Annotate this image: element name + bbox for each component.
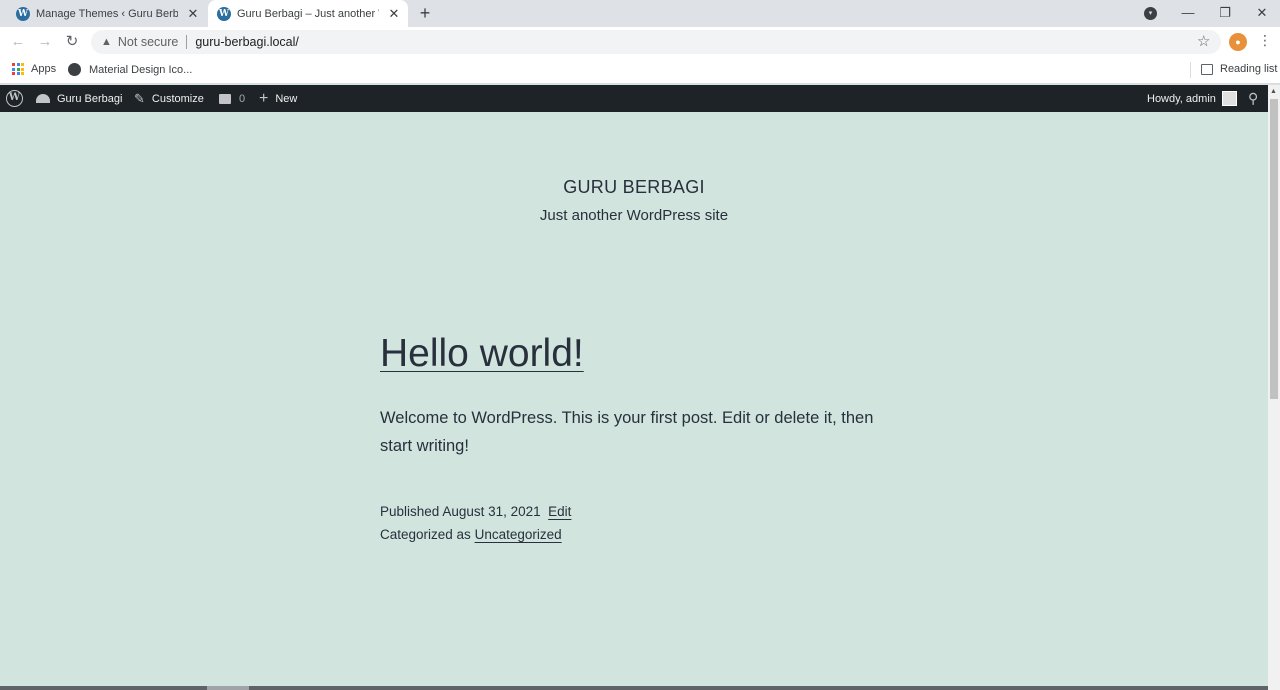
scroll-up-icon[interactable]: ▲ <box>1270 88 1277 95</box>
category-link[interactable]: Uncategorized <box>475 527 562 542</box>
new-tab-button[interactable]: + <box>416 4 434 22</box>
site-name-menu[interactable]: Guru Berbagi <box>36 85 122 112</box>
bookmark-material-design[interactable]: Material Design Ico... <box>68 63 192 76</box>
close-icon[interactable]: ✕ <box>186 6 200 21</box>
url-text[interactable]: guru-berbagi.local/ <box>195 35 299 49</box>
new-label: New <box>275 92 298 105</box>
site-description: Just another WordPress site <box>539 207 729 224</box>
comments-menu[interactable]: 0 <box>219 85 245 112</box>
security-label[interactable]: Not secure <box>118 35 178 49</box>
comment-count: 0 <box>239 92 246 105</box>
search-icon: ⚲ <box>1248 90 1259 106</box>
wordpress-icon: W <box>6 90 23 107</box>
browser-toolbar: ← → ↻ ▲ Not secure guru-berbagi.local/ ☆… <box>0 27 1280 57</box>
avatar <box>1221 91 1237 106</box>
horizontal-scrollbar-thumb[interactable] <box>207 686 249 690</box>
forward-arrow-icon[interactable]: → <box>35 32 55 52</box>
new-content-menu[interactable]: + New <box>259 85 297 112</box>
reading-list-button[interactable]: Reading list <box>1201 63 1277 75</box>
restore-icon[interactable]: ❐ <box>1207 0 1243 27</box>
bookmark-star-icon[interactable]: ☆ <box>1197 32 1210 50</box>
address-bar[interactable]: ▲ Not secure guru-berbagi.local/ <box>91 30 1221 54</box>
tab-title: Guru Berbagi – Just another Wor <box>237 7 379 20</box>
tab-manage-themes[interactable]: W Manage Themes ‹ Guru Berbagi ✕ <box>12 0 208 27</box>
back-arrow-icon[interactable]: ← <box>8 32 28 52</box>
warning-icon[interactable]: ▲ <box>101 36 112 48</box>
tab-strip: W Manage Themes ‹ Guru Berbagi ✕ W Guru … <box>0 0 1280 27</box>
plus-icon: + <box>259 89 269 107</box>
site-name-label: Guru Berbagi <box>57 92 123 105</box>
customize-label: Customize <box>151 92 204 105</box>
window-close-icon[interactable]: ✕ <box>1244 0 1280 27</box>
brush-icon: ✎ <box>134 90 145 106</box>
apps-grid-icon <box>12 63 24 75</box>
published-label: Published <box>380 504 440 519</box>
post-body: Welcome to WordPress. This is your first… <box>380 409 874 455</box>
post-meta-published: Published August 31, 2021 Edit <box>380 504 571 519</box>
close-icon[interactable]: ✕ <box>387 6 401 21</box>
wordpress-icon: W <box>217 6 231 21</box>
bookmarks-bar: Apps Material Design Ico... Reading list <box>0 57 1280 84</box>
divider <box>1190 62 1191 78</box>
globe-icon <box>68 63 81 76</box>
wp-admin-bar: W Guru Berbagi ✎ Customize 0 + New Howdy… <box>0 85 1280 112</box>
howdy-label: Howdy, admin <box>1147 92 1216 105</box>
site-title[interactable]: GURU BERBAGI <box>0 177 1268 198</box>
tab-title: Manage Themes ‹ Guru Berbagi <box>36 7 178 20</box>
reading-list-label: Reading list <box>1220 63 1278 75</box>
categorized-label: Categorized as <box>380 527 471 542</box>
edit-link[interactable]: Edit <box>548 504 571 519</box>
account-menu[interactable]: Howdy, admin <box>1147 85 1237 112</box>
bookmark-apps[interactable]: Apps <box>12 63 56 75</box>
reading-list-icon <box>1201 63 1213 75</box>
bookmark-label: Apps <box>31 63 57 75</box>
dashboard-icon <box>36 94 50 103</box>
comment-icon <box>219 93 231 104</box>
wordpress-icon: W <box>16 6 30 21</box>
post-title-link[interactable]: Hello world! <box>380 332 584 376</box>
vertical-scrollbar[interactable]: ▲ <box>1268 85 1280 690</box>
horizontal-scrollbar[interactable] <box>0 686 1268 690</box>
admin-search[interactable]: ⚲ <box>1248 85 1258 112</box>
menu-kebab-icon[interactable]: ⋮ <box>1258 32 1272 49</box>
minimize-icon[interactable]: — <box>1170 0 1206 27</box>
divider <box>186 35 188 49</box>
tab-search-icon[interactable]: ▾ <box>1144 7 1157 20</box>
wp-logo-menu[interactable]: W <box>6 85 23 112</box>
published-date: August 31, 2021 <box>442 504 541 519</box>
extension-icon[interactable]: ● <box>1229 33 1247 51</box>
tab-guru-berbagi[interactable]: W Guru Berbagi – Just another Wor ✕ <box>208 0 408 27</box>
bookmark-label: Material Design Ico... <box>89 63 193 76</box>
scrollbar-thumb[interactable] <box>1270 99 1278 399</box>
post-meta-category: Categorized as Uncategorized <box>380 527 562 542</box>
reload-icon[interactable]: ↻ <box>62 32 82 52</box>
customize-menu[interactable]: ✎ Customize <box>134 85 204 112</box>
